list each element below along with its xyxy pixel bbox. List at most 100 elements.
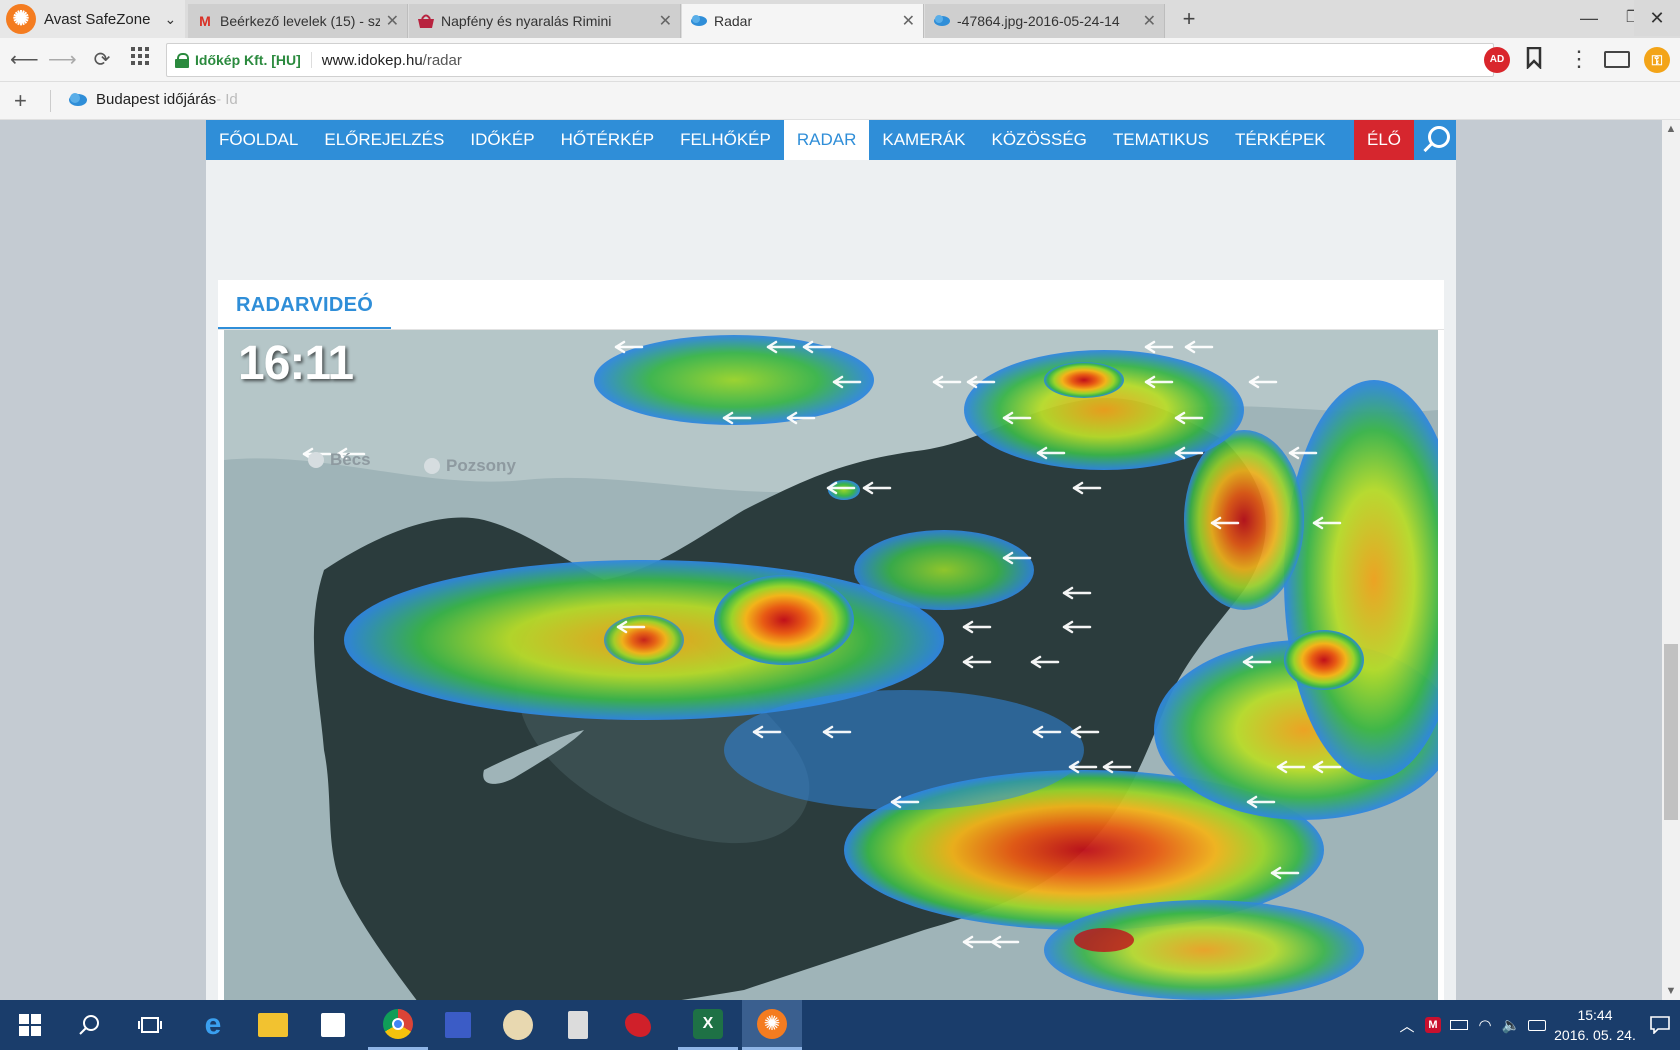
clock[interactable]: 15:44 2016. 05. 24. [1550, 1005, 1640, 1045]
city-label-vienna: Bécs [308, 450, 371, 470]
taskbar-chrome[interactable] [368, 1000, 428, 1050]
taskbar-file-explorer[interactable] [243, 1000, 303, 1050]
avast-logo-icon: ✺ [6, 4, 36, 34]
search-icon [79, 1015, 99, 1035]
nav-tematikus[interactable]: TEMATIKUS [1100, 120, 1222, 160]
apps-grid-icon[interactable] [126, 46, 154, 74]
close-icon[interactable]: ✕ [659, 11, 672, 31]
adblock-icon[interactable]: AD [1484, 47, 1510, 73]
taskbar-edge[interactable]: e [183, 1000, 243, 1050]
close-icon[interactable]: ✕ [386, 11, 399, 31]
page-scrollbar[interactable]: ▲ ▼ [1662, 120, 1680, 1000]
edge-icon: e [204, 1008, 222, 1041]
url-text[interactable]: www.idokep.hu/radar [322, 52, 462, 69]
menu-kebab-icon[interactable]: ⋮ [1568, 46, 1590, 72]
tab-title: -47864.jpg-2016-05-24-14 [957, 13, 1120, 29]
windows-taskbar: e X ✺ ︿ M ◠ 🔈 15:44 2016. 05. 24. [0, 1000, 1680, 1050]
mcafee-icon[interactable]: M [1420, 1000, 1446, 1050]
taskbar-save-app[interactable] [428, 1000, 488, 1050]
back-button[interactable]: ⟵ [10, 46, 39, 74]
browser-tab-bar: ✺ Avast SafeZone ⌄ M Beérkező levelek (1… [0, 0, 1680, 38]
idokep-cloud-icon [68, 92, 88, 108]
task-view-button[interactable] [120, 1000, 180, 1050]
bookmarks-bar: + Budapest időjárás - Id [0, 82, 1680, 120]
wallet-icon[interactable] [1604, 51, 1630, 68]
scroll-up-arrow[interactable]: ▲ [1662, 120, 1680, 138]
nav-radar[interactable]: RADAR [783, 120, 870, 160]
city-label-bratislava: Pozsony [424, 456, 516, 476]
radar-video-panel: RADARVIDEÓ 16:11 Bécs Pozsony [218, 280, 1444, 1000]
paint-palette-icon [503, 1010, 533, 1040]
taskbar-game[interactable] [608, 1000, 668, 1050]
action-center-icon[interactable] [1640, 1000, 1680, 1050]
nav-terkepek[interactable]: TÉRKÉPEK [1222, 120, 1339, 160]
tab-image[interactable]: -47864.jpg-2016-05-24-14 ✕ [925, 4, 1165, 38]
close-icon[interactable]: ✕ [902, 11, 915, 31]
wifi-icon[interactable]: ◠ [1472, 1000, 1498, 1050]
system-tray: ︿ M ◠ 🔈 15:44 2016. 05. 24. [1394, 1000, 1680, 1050]
keyboard-icon[interactable] [1524, 1000, 1550, 1050]
forward-button[interactable]: ⟶ [48, 46, 77, 74]
nav-live-button[interactable]: ÉLŐ [1354, 120, 1414, 160]
taskbar-avast-safezone[interactable]: ✺ [742, 1000, 802, 1050]
taskbar-store[interactable] [303, 1000, 363, 1050]
radar-map[interactable]: 16:11 Bécs Pozsony [224, 330, 1438, 1000]
password-manager-icon[interactable]: ⚿ [1644, 47, 1670, 73]
url-host: www.idokep.hu [321, 51, 423, 69]
nav-idokep[interactable]: IDŐKÉP [457, 120, 547, 160]
calculator-icon [568, 1011, 588, 1039]
chevron-up-icon[interactable]: ︿ [1394, 1000, 1420, 1050]
excel-icon: X [693, 1008, 723, 1039]
search-icon[interactable] [1420, 124, 1452, 156]
taskbar-excel[interactable]: X [678, 1000, 738, 1050]
site-identity[interactable]: Időkép Kft. [HU] [195, 52, 312, 68]
radar-timestamp: 16:11 [238, 337, 354, 390]
tab-title: Radar [714, 13, 753, 29]
nav-kozosseg[interactable]: KÖZÖSSÉG [979, 120, 1100, 160]
nav-fooldal[interactable]: FŐOLDAL [206, 120, 311, 160]
nav-felhokep[interactable]: FELHŐKÉP [667, 120, 784, 160]
close-window-button[interactable]: ✕ [1634, 0, 1680, 36]
address-bar[interactable]: Időkép Kft. [HU] www.idokep.hu/radar [166, 43, 1494, 77]
minimize-button[interactable]: — [1566, 0, 1612, 36]
nav-elorejelzes[interactable]: ELŐREJELZÉS [311, 120, 457, 160]
taskbar-calculator[interactable] [548, 1000, 608, 1050]
clock-date: 2016. 05. 24. [1554, 1027, 1636, 1043]
windows-logo-icon [19, 1014, 41, 1036]
browser-toolbar: ⟵ ⟶ ⟳ Időkép Kft. [HU] www.idokep.hu/rad… [0, 38, 1680, 82]
ad-space [206, 160, 1456, 280]
bookmark-icon[interactable] [1526, 46, 1542, 75]
bookmarks-separator [50, 90, 51, 112]
nav-kamerak[interactable]: KAMERÁK [869, 120, 978, 160]
tab-title: Napfény és nyaralás Rimini [441, 13, 612, 29]
reload-button[interactable]: ⟳ [88, 46, 116, 74]
start-button[interactable] [0, 1000, 60, 1050]
bookmark-budapest[interactable]: Budapest időjárás - Id [68, 91, 238, 108]
nav-hoterkep[interactable]: HŐTÉRKÉP [548, 120, 668, 160]
section-title: RADARVIDEÓ [218, 280, 392, 330]
tab-radar[interactable]: Radar ✕ [682, 4, 924, 38]
basket-icon [417, 12, 435, 30]
gmail-icon: M [199, 13, 211, 29]
add-bookmark-button[interactable]: + [14, 88, 27, 114]
page-viewport: FŐOLDAL ELŐREJELZÉS IDŐKÉP HŐTÉRKÉP FELH… [0, 120, 1662, 1000]
new-tab-button[interactable]: + [1174, 4, 1204, 34]
bookmark-label-faded: - Id [216, 91, 238, 108]
red-creature-icon [625, 1013, 651, 1037]
page-content: FŐOLDAL ELŐREJELZÉS IDŐKÉP HŐTÉRKÉP FELH… [206, 120, 1456, 1000]
tab-rimini[interactable]: Napfény és nyaralás Rimini ✕ [409, 4, 681, 38]
city-name: Bécs [330, 450, 371, 469]
volume-icon[interactable]: 🔈 [1498, 1000, 1524, 1050]
tab-title: Beérkező levelek (15) - szil [220, 13, 380, 29]
city-name: Pozsony [446, 456, 516, 475]
battery-icon[interactable] [1446, 1000, 1472, 1050]
scroll-thumb[interactable] [1664, 644, 1678, 820]
close-icon[interactable]: ✕ [1143, 11, 1156, 31]
tab-gmail[interactable]: M Beérkező levelek (15) - szil ✕ [188, 4, 408, 38]
chrome-icon [383, 1008, 413, 1039]
lock-icon [175, 53, 189, 68]
scroll-down-arrow[interactable]: ▼ [1662, 982, 1680, 1000]
avast-safezone-menu[interactable]: ✺ Avast SafeZone ⌄ [0, 0, 185, 38]
search-taskbar-button[interactable] [60, 1000, 120, 1050]
taskbar-paint[interactable] [488, 1000, 548, 1050]
